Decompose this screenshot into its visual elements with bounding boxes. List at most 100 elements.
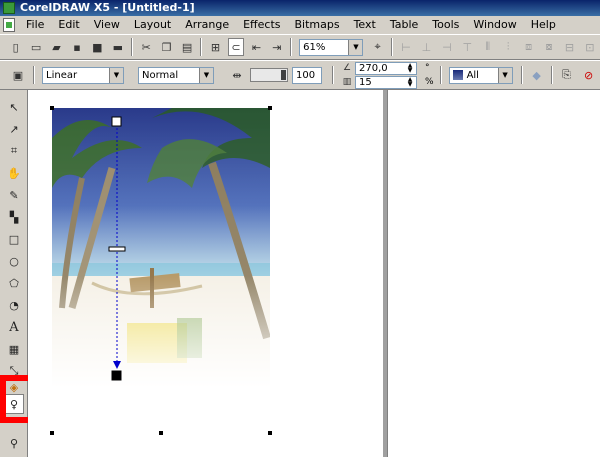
toolbar-separator <box>439 66 442 84</box>
menu-effects[interactable]: Effects <box>236 16 287 34</box>
combine-icon: ⊟ <box>564 40 575 54</box>
open-icon[interactable]: ▰ <box>48 38 64 56</box>
freeze-icon[interactable]: ◆ <box>528 66 546 84</box>
angle-value: 270,0 <box>359 62 388 74</box>
print-icon[interactable]: ▬ <box>110 38 126 56</box>
eyedropper-tool-icon[interactable]: ⚲ <box>4 433 24 453</box>
menu-bitmaps[interactable]: Bitmaps <box>287 16 346 34</box>
standard-toolbar: ▯ ▭ ▰ ▪ ■ ▬ ✂ ❐ ▤ ⊞ ⊂ ⇤ ⇥ 61% ▼ ⌖ ⊢ ⊥ ⊣ … <box>0 34 600 60</box>
menu-layout[interactable]: Layout <box>127 16 178 34</box>
menu-edit[interactable]: Edit <box>51 16 86 34</box>
page-border <box>387 90 388 457</box>
snap-to-icon[interactable]: ⌖ <box>369 38 385 56</box>
chevron-down-icon[interactable]: ▼ <box>199 67 213 83</box>
spinner-arrows-icon[interactable]: ▲ ▼ <box>404 62 416 74</box>
text-tool-icon[interactable]: A <box>4 317 24 337</box>
chevron-down-icon[interactable]: ▼ <box>348 39 363 55</box>
copy-icon[interactable]: ❐ <box>158 38 174 56</box>
title-bar: CorelDRAW X5 - [Untitled-1] <box>0 0 600 16</box>
midpoint-value: 100 <box>296 69 316 81</box>
slider-thumb[interactable] <box>281 70 286 80</box>
menu-file[interactable]: File <box>19 16 51 34</box>
menu-text[interactable]: Text <box>347 16 383 34</box>
chevron-down-icon[interactable]: ▼ <box>109 67 123 83</box>
zoom-tool-icon[interactable]: ✋ <box>4 163 24 183</box>
selection-handle-bl[interactable] <box>50 431 54 435</box>
save-icon[interactable]: ▪ <box>69 38 85 56</box>
align-center-icon: ⊥ <box>421 40 432 54</box>
break-apart-icon: ⊡ <box>585 40 595 54</box>
menu-tools[interactable]: Tools <box>425 16 466 34</box>
ellipse-tool-icon[interactable]: ○ <box>4 251 24 271</box>
toolbar-separator <box>290 38 293 56</box>
edit-transparency-icon[interactable]: ▣ <box>8 65 28 85</box>
zoom-level-value: 61% <box>303 41 326 53</box>
transparency-target-combo[interactable]: All ▼ <box>448 66 513 84</box>
end-handle[interactable] <box>110 369 123 382</box>
align-left-icon: ⊢ <box>401 40 411 54</box>
distribute-h-icon: ⫴ <box>485 40 491 53</box>
basic-shapes-tool-icon[interactable]: ◔ <box>4 295 24 315</box>
clear-transparency-icon[interactable]: ⊘ <box>580 66 598 84</box>
toolbar-separator <box>390 38 393 56</box>
edge-pad-input[interactable]: 15 ▲ ▼ <box>355 75 417 89</box>
angle-unit: ° <box>425 63 430 73</box>
menu-view[interactable]: View <box>87 16 127 34</box>
edge-pad-value: 15 <box>359 76 372 88</box>
table-tool-icon[interactable]: ▦ <box>4 339 24 359</box>
transparency-target-value: All <box>466 69 479 81</box>
align-top-icon: ⊤ <box>462 40 473 54</box>
midpoint-handle[interactable] <box>108 246 126 252</box>
transparency-type-combo[interactable]: Linear ▼ <box>42 66 124 84</box>
ungroup-icon: ⧇ <box>545 40 553 53</box>
angle-input[interactable]: 270,0 ▲ ▼ <box>355 61 417 75</box>
selection-handle-tl[interactable] <box>50 106 54 110</box>
transparency-fade-overlay <box>52 108 270 388</box>
toolbar-separator <box>550 66 553 84</box>
paste-icon[interactable]: ▤ <box>179 38 195 56</box>
freehand-tool-icon[interactable]: ✎ <box>4 185 24 205</box>
property-bar: ▣ Linear ▼ Normal ▼ ⇹ 100 ∠ 270,0 ▲ ▼ ° ▥… <box>0 60 600 90</box>
shape-tool-icon[interactable]: ↗ <box>4 119 24 139</box>
start-handle[interactable] <box>111 116 122 127</box>
crop-tool-icon[interactable]: ⌗ <box>4 141 24 161</box>
spinner-arrows-icon[interactable]: ▲ ▼ <box>404 76 416 88</box>
menu-help[interactable]: Help <box>524 16 563 34</box>
merge-mode-combo[interactable]: Normal ▼ <box>138 66 214 84</box>
smart-fill-tool-icon[interactable]: ▚ <box>4 207 24 227</box>
edge-pad-unit: % <box>425 77 434 87</box>
angle-icon: ∠ <box>342 63 352 73</box>
new-document-icon[interactable]: ▯ <box>7 38 23 56</box>
merge-mode-value: Normal <box>142 69 179 81</box>
toolbar-separator <box>332 66 334 84</box>
align-right-icon: ⊣ <box>442 40 452 54</box>
export-icon[interactable]: ⇥ <box>269 38 285 56</box>
cut-icon[interactable]: ✂ <box>138 38 154 56</box>
selection-handle-br[interactable] <box>268 431 272 435</box>
menu-table[interactable]: Table <box>383 16 425 34</box>
toolbar-separator <box>200 38 203 56</box>
edge-pad-icon: ▥ <box>342 77 352 87</box>
selection-handle-tr[interactable] <box>268 106 272 110</box>
undo-icon[interactable]: ⊞ <box>207 38 223 56</box>
zoom-level-combo[interactable]: 61% ▼ <box>299 38 364 56</box>
window-title: CorelDRAW X5 - [Untitled-1] <box>20 1 195 14</box>
snap-icon[interactable]: ⊂ <box>227 38 245 56</box>
polygon-tool-icon[interactable]: ⬠ <box>4 273 24 293</box>
swatch-icon <box>452 70 463 80</box>
midpoint-slider[interactable] <box>250 68 288 82</box>
menu-window[interactable]: Window <box>466 16 523 34</box>
copy-transparency-icon[interactable]: ⎘ <box>558 66 576 84</box>
coreldraw-app-icon <box>3 2 15 14</box>
rectangle-tool-icon[interactable]: □ <box>4 229 24 249</box>
document-icon[interactable] <box>3 18 15 32</box>
import-icon[interactable]: ⇤ <box>248 38 264 56</box>
beach-photo[interactable] <box>52 108 270 388</box>
menu-arrange[interactable]: Arrange <box>178 16 236 34</box>
midpoint-input[interactable]: 100 <box>292 66 322 84</box>
selection-handle-bc[interactable] <box>159 431 163 435</box>
chevron-down-icon[interactable]: ▼ <box>497 67 512 83</box>
save-as-icon[interactable]: ■ <box>89 38 105 56</box>
new-from-template-icon[interactable]: ▭ <box>28 38 44 56</box>
pick-tool-icon[interactable]: ↖ <box>4 97 24 117</box>
